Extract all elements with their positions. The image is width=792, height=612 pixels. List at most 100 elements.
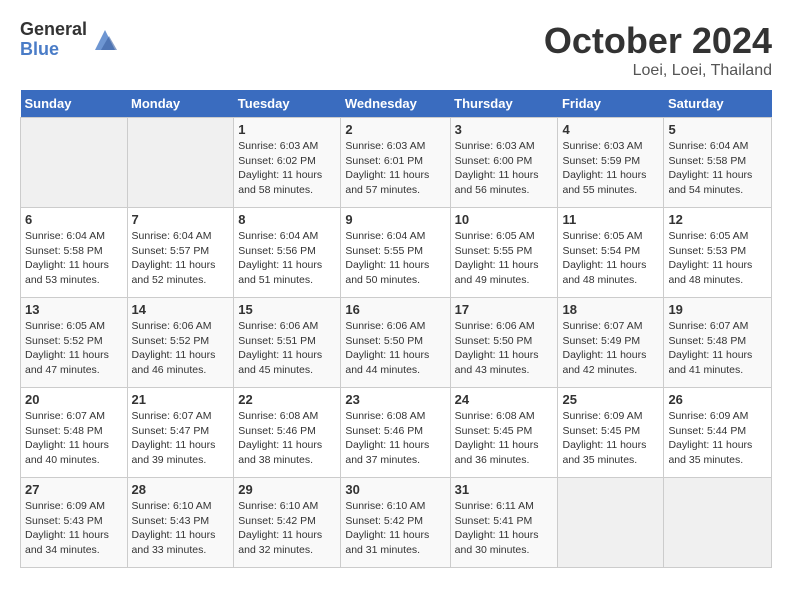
day-number: 11 bbox=[562, 212, 659, 227]
day-info: Sunrise: 6:10 AM Sunset: 5:42 PM Dayligh… bbox=[238, 499, 336, 558]
logo-icon bbox=[91, 26, 119, 54]
calendar-cell bbox=[558, 478, 664, 568]
day-info: Sunrise: 6:08 AM Sunset: 5:45 PM Dayligh… bbox=[455, 409, 554, 468]
day-number: 31 bbox=[455, 482, 554, 497]
calendar-cell: 6 Sunrise: 6:04 AM Sunset: 5:58 PM Daylig… bbox=[21, 208, 128, 298]
calendar-cell: 8 Sunrise: 6:04 AM Sunset: 5:56 PM Daylig… bbox=[234, 208, 341, 298]
day-info: Sunrise: 6:11 AM Sunset: 5:41 PM Dayligh… bbox=[455, 499, 554, 558]
day-number: 27 bbox=[25, 482, 123, 497]
calendar-cell: 7Sunrise: 6:04 AM Sunset: 5:57 PM Daylig… bbox=[127, 208, 234, 298]
weekday-header-thursday: Thursday bbox=[450, 90, 558, 118]
day-number: 28 bbox=[132, 482, 230, 497]
day-info: Sunrise: 6:07 AM Sunset: 5:49 PM Dayligh… bbox=[562, 319, 659, 378]
day-number: 6 bbox=[25, 212, 123, 227]
day-number: 20 bbox=[25, 392, 123, 407]
day-info: Sunrise: 6:08 AM Sunset: 5:46 PM Dayligh… bbox=[238, 409, 336, 468]
calendar-cell: 31 Sunrise: 6:11 AM Sunset: 5:41 PM Dayli… bbox=[450, 478, 558, 568]
calendar-week-4: 20 Sunrise: 6:07 AM Sunset: 5:48 PM Dayli… bbox=[21, 388, 772, 478]
day-info: Sunrise: 6:03 AM Sunset: 6:01 PM Dayligh… bbox=[345, 139, 445, 198]
calendar-cell: 10Sunrise: 6:05 AM Sunset: 5:55 PM Dayli… bbox=[450, 208, 558, 298]
day-info: Sunrise: 6:04 AM Sunset: 5:57 PM Dayligh… bbox=[132, 229, 230, 288]
day-number: 2 bbox=[345, 122, 445, 137]
calendar-cell bbox=[664, 478, 772, 568]
calendar-cell: 3 Sunrise: 6:03 AM Sunset: 6:00 PM Daylig… bbox=[450, 118, 558, 208]
weekday-header-sunday: Sunday bbox=[21, 90, 128, 118]
logo: General Blue bbox=[20, 20, 119, 60]
day-info: Sunrise: 6:09 AM Sunset: 5:45 PM Dayligh… bbox=[562, 409, 659, 468]
calendar-body: 1 Sunrise: 6:03 AM Sunset: 6:02 PM Daylig… bbox=[21, 118, 772, 568]
calendar-cell: 13 Sunrise: 6:05 AM Sunset: 5:52 PM Dayli… bbox=[21, 298, 128, 388]
day-info: Sunrise: 6:09 AM Sunset: 5:43 PM Dayligh… bbox=[25, 499, 123, 558]
calendar-cell: 18 Sunrise: 6:07 AM Sunset: 5:49 PM Dayli… bbox=[558, 298, 664, 388]
day-info: Sunrise: 6:06 AM Sunset: 5:50 PM Dayligh… bbox=[345, 319, 445, 378]
day-number: 26 bbox=[668, 392, 767, 407]
month-title: October 2024 bbox=[544, 20, 772, 62]
calendar-cell: 21 Sunrise: 6:07 AM Sunset: 5:47 PM Dayli… bbox=[127, 388, 234, 478]
logo-text: General Blue bbox=[20, 20, 87, 60]
day-number: 29 bbox=[238, 482, 336, 497]
calendar-cell: 5 Sunrise: 6:04 AM Sunset: 5:58 PM Daylig… bbox=[664, 118, 772, 208]
day-info: Sunrise: 6:06 AM Sunset: 5:52 PM Dayligh… bbox=[132, 319, 230, 378]
day-number: 1 bbox=[238, 122, 336, 137]
calendar-cell: 15Sunrise: 6:06 AM Sunset: 5:51 PM Dayli… bbox=[234, 298, 341, 388]
day-number: 21 bbox=[132, 392, 230, 407]
calendar-cell: 23 Sunrise: 6:08 AM Sunset: 5:46 PM Dayli… bbox=[341, 388, 450, 478]
day-number: 8 bbox=[238, 212, 336, 227]
day-info: Sunrise: 6:05 AM Sunset: 5:53 PM Dayligh… bbox=[668, 229, 767, 288]
calendar-cell: 25 Sunrise: 6:09 AM Sunset: 5:45 PM Dayli… bbox=[558, 388, 664, 478]
title-block: October 2024 Loei, Loei, Thailand bbox=[544, 20, 772, 80]
day-info: Sunrise: 6:04 AM Sunset: 5:55 PM Dayligh… bbox=[345, 229, 445, 288]
day-info: Sunrise: 6:08 AM Sunset: 5:46 PM Dayligh… bbox=[345, 409, 445, 468]
day-info: Sunrise: 6:04 AM Sunset: 5:56 PM Dayligh… bbox=[238, 229, 336, 288]
weekday-header-wednesday: Wednesday bbox=[341, 90, 450, 118]
day-info: Sunrise: 6:10 AM Sunset: 5:42 PM Dayligh… bbox=[345, 499, 445, 558]
location: Loei, Loei, Thailand bbox=[544, 62, 772, 80]
day-number: 16 bbox=[345, 302, 445, 317]
calendar-cell: 29 Sunrise: 6:10 AM Sunset: 5:42 PM Dayli… bbox=[234, 478, 341, 568]
calendar-cell: 30Sunrise: 6:10 AM Sunset: 5:42 PM Dayli… bbox=[341, 478, 450, 568]
day-info: Sunrise: 6:05 AM Sunset: 5:54 PM Dayligh… bbox=[562, 229, 659, 288]
day-info: Sunrise: 6:03 AM Sunset: 6:00 PM Dayligh… bbox=[455, 139, 554, 198]
day-info: Sunrise: 6:04 AM Sunset: 5:58 PM Dayligh… bbox=[668, 139, 767, 198]
day-info: Sunrise: 6:10 AM Sunset: 5:43 PM Dayligh… bbox=[132, 499, 230, 558]
calendar-cell: 1 Sunrise: 6:03 AM Sunset: 6:02 PM Daylig… bbox=[234, 118, 341, 208]
day-info: Sunrise: 6:05 AM Sunset: 5:52 PM Dayligh… bbox=[25, 319, 123, 378]
page-header: General Blue October 2024 Loei, Loei, Th… bbox=[20, 20, 772, 80]
day-number: 25 bbox=[562, 392, 659, 407]
day-info: Sunrise: 6:07 AM Sunset: 5:48 PM Dayligh… bbox=[25, 409, 123, 468]
day-info: Sunrise: 6:03 AM Sunset: 5:59 PM Dayligh… bbox=[562, 139, 659, 198]
day-number: 18 bbox=[562, 302, 659, 317]
calendar-cell: 17Sunrise: 6:06 AM Sunset: 5:50 PM Dayli… bbox=[450, 298, 558, 388]
day-number: 13 bbox=[25, 302, 123, 317]
weekday-header-saturday: Saturday bbox=[664, 90, 772, 118]
calendar-cell bbox=[21, 118, 128, 208]
day-number: 5 bbox=[668, 122, 767, 137]
calendar-cell: 26 Sunrise: 6:09 AM Sunset: 5:44 PM Dayli… bbox=[664, 388, 772, 478]
day-info: Sunrise: 6:04 AM Sunset: 5:58 PM Dayligh… bbox=[25, 229, 123, 288]
day-number: 23 bbox=[345, 392, 445, 407]
day-number: 9 bbox=[345, 212, 445, 227]
calendar-header: SundayMondayTuesdayWednesdayThursdayFrid… bbox=[21, 90, 772, 118]
day-info: Sunrise: 6:03 AM Sunset: 6:02 PM Dayligh… bbox=[238, 139, 336, 198]
day-info: Sunrise: 6:07 AM Sunset: 5:48 PM Dayligh… bbox=[668, 319, 767, 378]
day-info: Sunrise: 6:09 AM Sunset: 5:44 PM Dayligh… bbox=[668, 409, 767, 468]
calendar-cell: 28 Sunrise: 6:10 AM Sunset: 5:43 PM Dayli… bbox=[127, 478, 234, 568]
calendar-cell: 14 Sunrise: 6:06 AM Sunset: 5:52 PM Dayli… bbox=[127, 298, 234, 388]
day-number: 3 bbox=[455, 122, 554, 137]
weekday-header-friday: Friday bbox=[558, 90, 664, 118]
day-number: 15 bbox=[238, 302, 336, 317]
day-info: Sunrise: 6:07 AM Sunset: 5:47 PM Dayligh… bbox=[132, 409, 230, 468]
calendar-cell: 19 Sunrise: 6:07 AM Sunset: 5:48 PM Dayli… bbox=[664, 298, 772, 388]
calendar-week-5: 27 Sunrise: 6:09 AM Sunset: 5:43 PM Dayli… bbox=[21, 478, 772, 568]
calendar-cell: 22Sunrise: 6:08 AM Sunset: 5:46 PM Dayli… bbox=[234, 388, 341, 478]
calendar-cell: 9 Sunrise: 6:04 AM Sunset: 5:55 PM Daylig… bbox=[341, 208, 450, 298]
day-info: Sunrise: 6:05 AM Sunset: 5:55 PM Dayligh… bbox=[455, 229, 554, 288]
calendar-cell bbox=[127, 118, 234, 208]
weekday-header-tuesday: Tuesday bbox=[234, 90, 341, 118]
day-number: 14 bbox=[132, 302, 230, 317]
calendar-week-1: 1 Sunrise: 6:03 AM Sunset: 6:02 PM Daylig… bbox=[21, 118, 772, 208]
day-number: 4 bbox=[562, 122, 659, 137]
calendar-week-3: 13 Sunrise: 6:05 AM Sunset: 5:52 PM Dayli… bbox=[21, 298, 772, 388]
logo-general: General bbox=[20, 20, 87, 40]
day-number: 19 bbox=[668, 302, 767, 317]
